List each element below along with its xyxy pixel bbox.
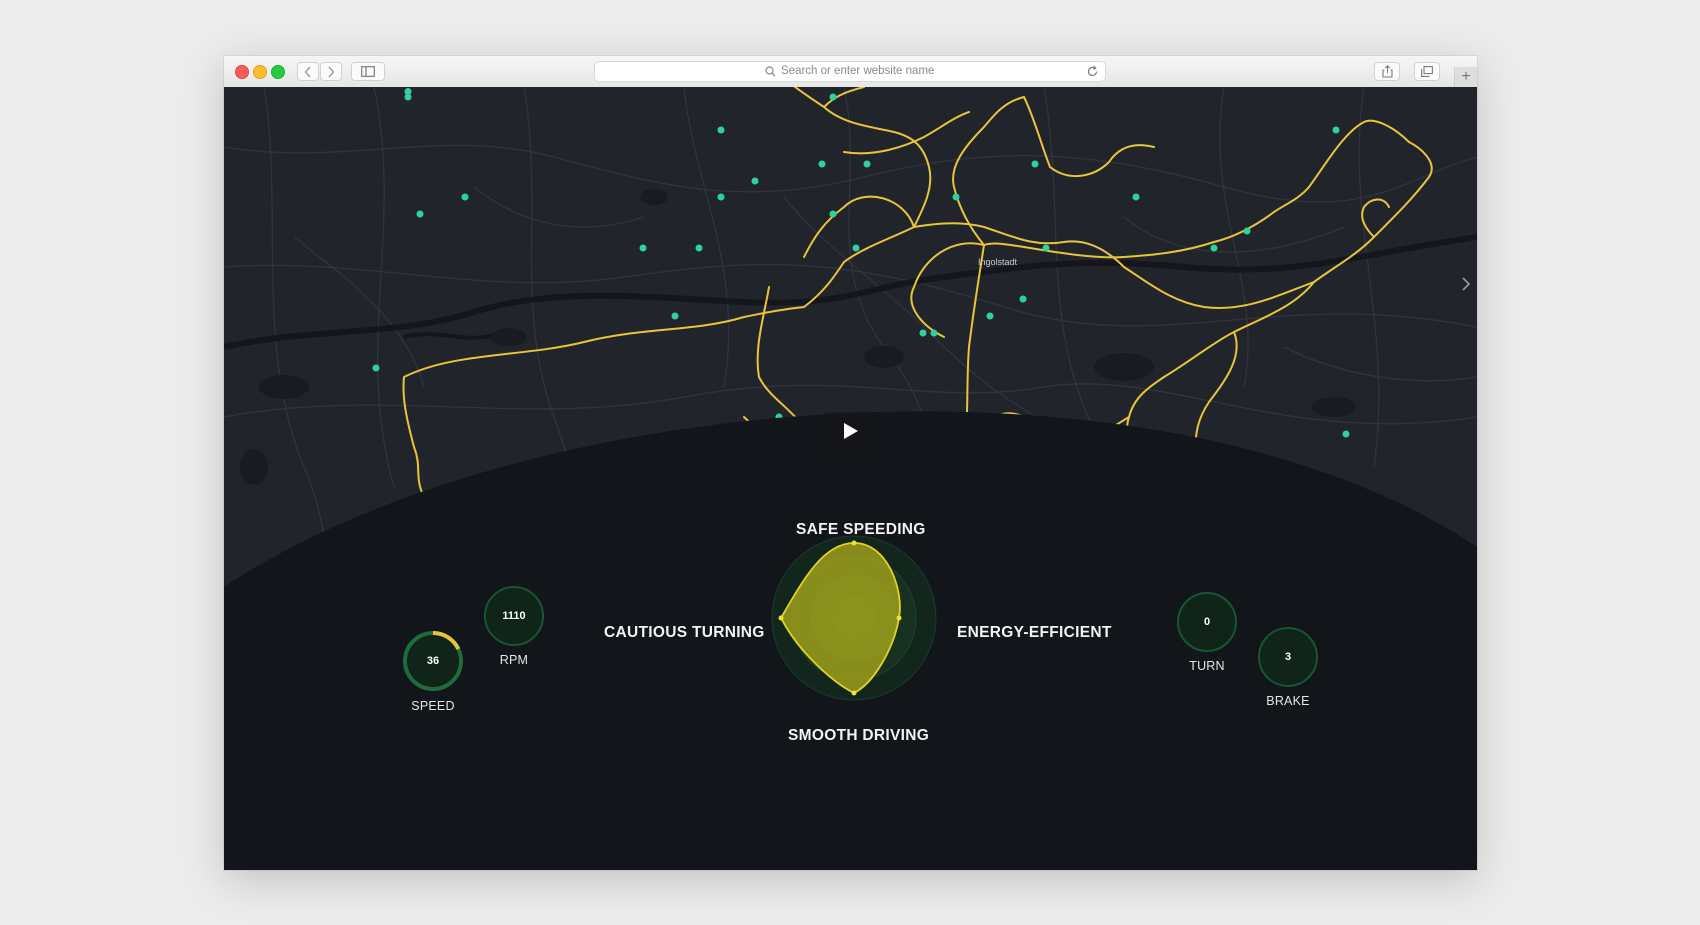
rpm-gauge: 1110 — [483, 585, 545, 647]
share-icon — [1381, 65, 1393, 78]
rpm-value: 1110 — [502, 610, 526, 622]
brake-value: 3 — [1284, 651, 1292, 663]
browser-toolbar: Search or enter website name + — [224, 56, 1477, 88]
turn-gauge: 0 — [1176, 591, 1238, 653]
speed-label: SPEED — [411, 699, 455, 713]
brake-gauge: 3 — [1257, 626, 1319, 688]
back-button[interactable] — [297, 62, 319, 81]
chevron-left-icon — [304, 66, 311, 77]
address-bar[interactable]: Search or enter website name — [594, 61, 1106, 82]
forward-button[interactable] — [320, 62, 342, 81]
address-placeholder: Search or enter website name — [781, 65, 935, 77]
zoom-window-button[interactable] — [271, 65, 285, 79]
brake-label: BRAKE — [1266, 694, 1310, 708]
radar-label-smooth-driving: SMOOTH DRIVING — [788, 727, 930, 744]
browser-window: Search or enter website name + Ingolstad… — [224, 56, 1477, 870]
driving-dashboard: SAFE SPEEDING SMOOTH DRIVING CAUTIOUS TU… — [224, 87, 1477, 870]
chevron-right-icon — [328, 66, 335, 77]
turn-label: TURN — [1189, 659, 1225, 673]
minimize-window-button[interactable] — [253, 65, 267, 79]
radar-label-cautious-turning: CAUTIOUS TURNING — [604, 624, 765, 641]
reload-icon[interactable] — [1086, 65, 1099, 78]
radar-label-safe-speeding: SAFE SPEEDING — [796, 521, 926, 538]
close-window-button[interactable] — [235, 65, 249, 79]
rpm-label: RPM — [499, 653, 529, 667]
radar-point-left — [778, 615, 784, 621]
radar-point-bottom — [851, 690, 857, 696]
share-button[interactable] — [1374, 62, 1400, 81]
tabs-overview-button[interactable] — [1414, 62, 1440, 81]
turn-value: 0 — [1203, 616, 1211, 628]
search-icon — [765, 66, 776, 77]
radar-point-right — [896, 615, 902, 621]
radar-label-energy-efficient: ENERGY-EFFICIENT — [957, 624, 1112, 641]
radar-point-top — [851, 540, 857, 546]
driving-radar-chart — [771, 535, 937, 701]
tabs-icon — [1421, 66, 1433, 77]
new-tab-button[interactable]: + — [1454, 67, 1477, 87]
sidebar-icon — [361, 66, 375, 77]
page-content: Ingolstadt SAFE SPEEDING SMOOTH DRIVING … — [224, 87, 1477, 870]
sidebar-toggle-button[interactable] — [351, 62, 385, 81]
